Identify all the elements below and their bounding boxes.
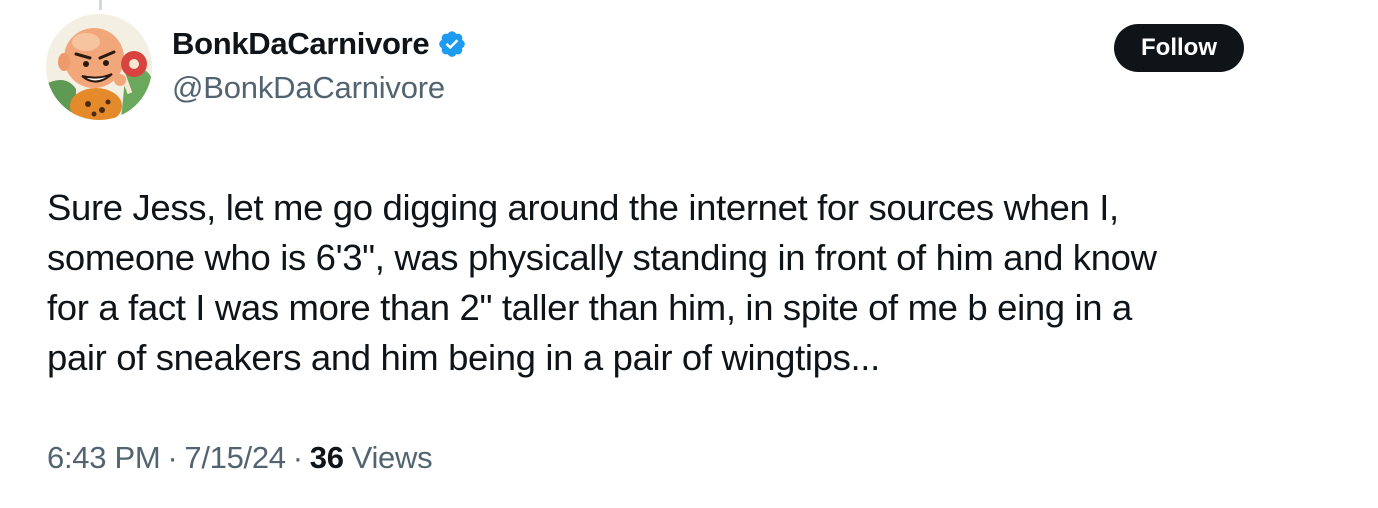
- meta-separator: ·: [292, 440, 303, 475]
- tweet-text-line: for a fact I was more than 2" taller tha…: [47, 287, 1132, 328]
- thread-connector-line: [99, 0, 102, 10]
- meta-separator: ·: [167, 440, 178, 475]
- avatar[interactable]: [46, 14, 152, 120]
- tweet-text: Sure Jess, let me go digging around the …: [47, 183, 1277, 383]
- tweet-text-line: someone who is 6'3", was physically stan…: [47, 237, 1157, 278]
- tweet-text-line: Sure Jess, let me go digging around the …: [47, 187, 1119, 228]
- author-name-row[interactable]: BonkDaCarnivore: [172, 26, 467, 62]
- tweet-time[interactable]: 6:43 PM: [47, 440, 161, 476]
- tweet-text-line: pair of sneakers and him being in a pair…: [47, 337, 880, 378]
- tweet-metadata: 6:43 PM · 7/15/24 · 36 Views: [47, 440, 433, 476]
- display-name[interactable]: BonkDaCarnivore: [172, 26, 430, 62]
- user-handle[interactable]: @BonkDaCarnivore: [172, 70, 445, 106]
- views-label[interactable]: Views: [352, 440, 433, 476]
- views-count[interactable]: 36: [310, 440, 344, 476]
- verified-badge-icon[interactable]: [437, 29, 467, 59]
- follow-button[interactable]: Follow: [1114, 24, 1244, 72]
- tweet-date[interactable]: 7/15/24: [184, 440, 286, 476]
- caveman-avatar-icon: [46, 14, 152, 120]
